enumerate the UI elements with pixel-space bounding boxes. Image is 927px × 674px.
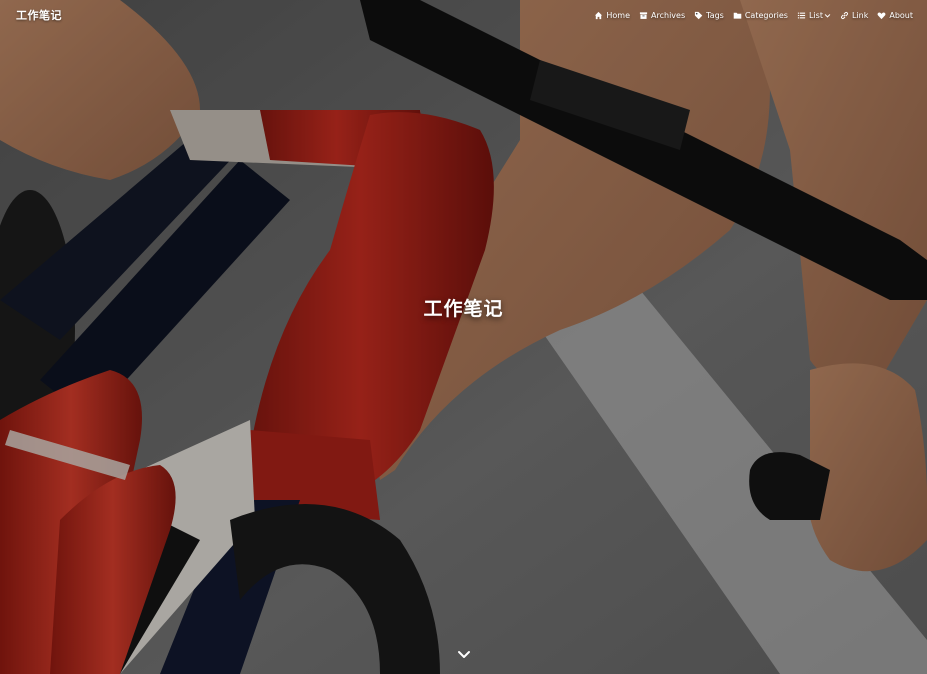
nav-item-label: Archives xyxy=(651,10,686,20)
nav-item-archives[interactable]: Archives xyxy=(639,11,685,20)
tag-icon xyxy=(694,11,703,20)
site-title-link[interactable]: 工作笔记 xyxy=(16,7,62,23)
nav-item-label: Link xyxy=(851,10,869,20)
nav-item-home[interactable]: Home xyxy=(594,11,630,20)
nav-item-label: Home xyxy=(606,10,631,20)
nav-item-link[interactable]: Link xyxy=(840,11,868,20)
hero-title: 工作笔记 xyxy=(423,298,504,320)
home-icon xyxy=(594,11,603,20)
folder-icon xyxy=(733,11,742,20)
nav-item-tags[interactable]: Tags xyxy=(694,11,724,20)
hero-banner: 工作笔记 Home Archives Tags Categories List … xyxy=(0,0,927,674)
nav-item-list[interactable]: List xyxy=(797,11,831,20)
nav-item-label: Tags xyxy=(706,10,724,20)
chevron-down-icon xyxy=(823,12,831,19)
nav-item-label: List xyxy=(808,10,823,20)
archive-icon xyxy=(639,11,648,20)
nav-item-label: Categories xyxy=(744,10,788,20)
scroll-down-button[interactable] xyxy=(456,648,472,662)
nav-menu: Home Archives Tags Categories List Link … xyxy=(594,11,913,20)
heart-icon xyxy=(877,11,886,20)
nav-item-about[interactable]: About xyxy=(877,11,913,20)
chevron-down-icon xyxy=(456,648,472,662)
nav-item-label: About xyxy=(889,10,913,20)
top-navbar: 工作笔记 Home Archives Tags Categories List … xyxy=(0,0,927,30)
link-icon xyxy=(840,11,849,20)
hero-background-image xyxy=(0,0,927,674)
nav-item-categories[interactable]: Categories xyxy=(733,11,788,20)
list-icon xyxy=(797,11,806,20)
